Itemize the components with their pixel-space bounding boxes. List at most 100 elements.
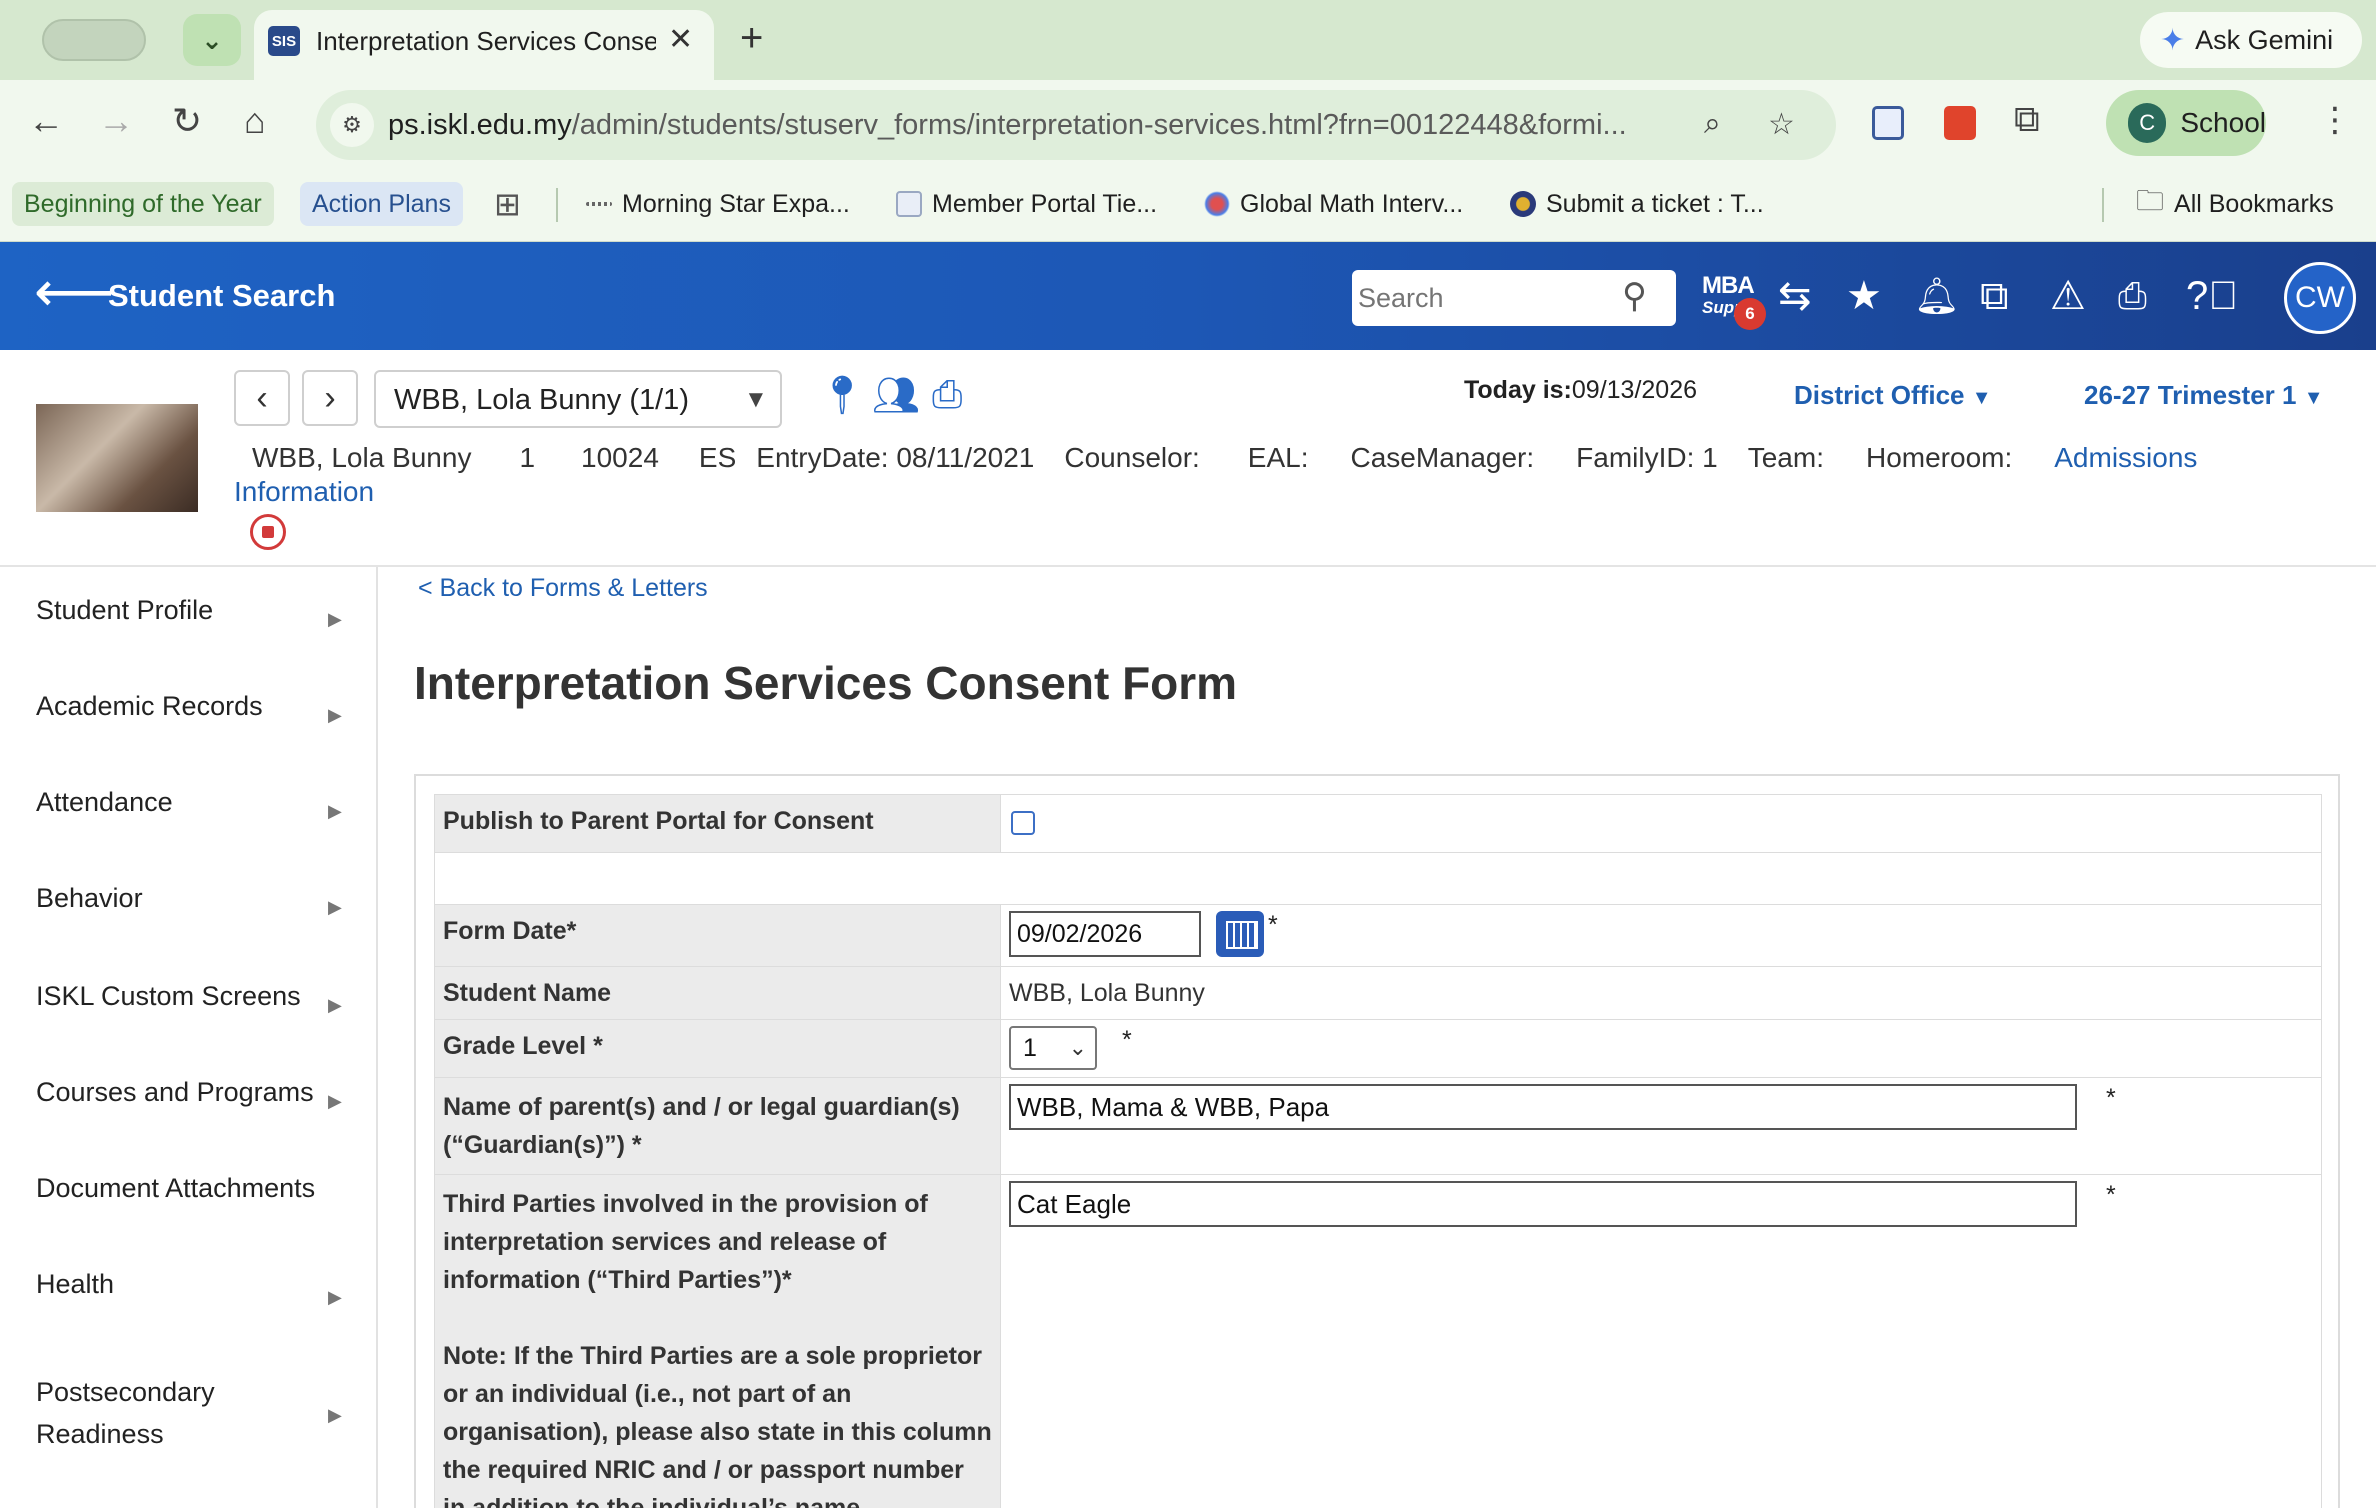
grade-level-cell: 1 ⌄ * xyxy=(1000,1019,2322,1078)
caret-right-icon: ▶ xyxy=(328,1091,342,1111)
address-bar[interactable]: ⚙ ps.iskl.edu.my/admin/students/stuserv_… xyxy=(316,90,1836,160)
bookmark-label: Morning Star Expa... xyxy=(622,189,850,218)
external-link-icon[interactable]: ⧉ xyxy=(1980,272,2009,320)
zoom-icon[interactable]: ⌕ xyxy=(1704,107,1721,141)
user-avatar[interactable]: CW xyxy=(2284,262,2356,334)
mba-support-button[interactable]: MBA Supp 6 xyxy=(1700,272,1766,330)
calendar-icon[interactable] xyxy=(1215,911,1264,957)
favorites-star-icon[interactable]: ★ xyxy=(1846,272,1882,320)
caret-down-icon: ▼ xyxy=(744,386,768,413)
bookmark-item[interactable]: Global Math Interv... xyxy=(1204,182,1463,226)
all-bookmarks-button[interactable]: 🗀 All Bookmarks xyxy=(2136,182,2334,226)
caret-down-icon: ▼ xyxy=(1971,387,1992,409)
extensions-puzzle-icon[interactable]: ⧉ xyxy=(2014,98,2040,141)
bookmark-item[interactable]: Action Plans xyxy=(300,182,463,226)
information-link[interactable]: Information xyxy=(234,476,374,508)
sidebar-item-courses-and-programs[interactable]: Courses and Programs xyxy=(36,1071,346,1113)
form-title: Interpretation Services Consent Form xyxy=(414,657,1238,709)
sidebar-item-health[interactable]: Health xyxy=(36,1263,346,1305)
student-search-box[interactable]: ⚲ xyxy=(1352,270,1676,326)
morning-star-icon xyxy=(586,202,612,206)
sidebar-item-academic-records[interactable]: Academic Records xyxy=(36,685,346,727)
forward-icon[interactable]: → xyxy=(98,100,134,142)
site-settings-icon[interactable]: ⚙ xyxy=(330,103,374,147)
caret-right-icon: ▶ xyxy=(328,1287,342,1307)
back-to-forms-link[interactable]: < Back to Forms & Letters xyxy=(418,574,708,603)
table-row xyxy=(434,852,2322,905)
search-input[interactable] xyxy=(1358,278,1608,318)
bookmark-item[interactable]: Morning Star Expa... xyxy=(586,182,850,226)
sidebar-item-behavior[interactable]: Behavior xyxy=(36,877,346,919)
bookmark-item[interactable]: Member Portal Tie... xyxy=(896,182,1157,226)
apps-grid-icon[interactable]: ⊞ xyxy=(494,182,521,226)
search-icon[interactable]: ⚲ xyxy=(1622,276,1647,316)
back-arrow-icon[interactable]: ⟵ xyxy=(34,264,114,320)
profile-chip[interactable]: C School xyxy=(2106,90,2266,156)
switch-arrows-icon[interactable]: ⇆ xyxy=(1778,272,1812,320)
form-date-field[interactable] xyxy=(1009,911,1201,957)
back-icon[interactable]: ← xyxy=(28,100,64,142)
sidebar-item-postsecondary-readiness[interactable]: Postsecondary Readiness xyxy=(36,1371,286,1455)
active-tab[interactable]: SIS Interpretation Services Conse ✕ xyxy=(254,10,714,80)
table-row: Form Date* * xyxy=(434,904,2322,967)
help-icon[interactable]: ?⃝ xyxy=(2186,272,2238,320)
reload-icon[interactable]: ↻ xyxy=(172,100,202,142)
team: Team: xyxy=(1747,442,1824,473)
required-marker: * xyxy=(1121,1026,1132,1054)
term-selector[interactable]: 26-27 Trimester 1 ▼ xyxy=(2084,380,2324,411)
third-parties-label: Third Parties involved in the provision … xyxy=(443,1190,928,1294)
grade-level-value: 1 xyxy=(1023,1034,1037,1062)
page-title[interactable]: Student Search xyxy=(108,278,335,314)
homeroom: Homeroom: xyxy=(1865,442,2013,473)
sidebar-item-student-profile[interactable]: Student Profile xyxy=(36,589,346,631)
third-parties-label-cell: Third Parties involved in the provision … xyxy=(434,1174,1001,1508)
notification-badge: 6 xyxy=(1734,298,1766,330)
bookmark-label: Member Portal Tie... xyxy=(932,189,1158,218)
browser-tab-strip: ⌄ SIS Interpretation Services Conse ✕ + … xyxy=(0,0,2376,80)
print-icon[interactable]: ⎙ xyxy=(932,374,962,417)
third-parties-field[interactable] xyxy=(1009,1181,2077,1227)
student-selector[interactable]: WBB, Lola Bunny (1/1) ▼ xyxy=(374,370,782,428)
location-pin-icon[interactable]: 📍︎ xyxy=(818,374,866,418)
consent-form-table: Publish to Parent Portal for Consent For… xyxy=(434,794,2322,1508)
today-label: Today is: xyxy=(1464,376,1572,404)
sidebar-item-attendance[interactable]: Attendance xyxy=(36,781,346,823)
next-student-button[interactable]: › xyxy=(302,370,358,426)
new-tab-button[interactable]: + xyxy=(740,18,763,58)
sidebar-item-iskl-custom-screens[interactable]: ISKL Custom Screens xyxy=(36,975,346,1017)
url-text[interactable]: ps.iskl.edu.my/admin/students/stuserv_fo… xyxy=(388,109,1718,142)
table-row: Publish to Parent Portal for Consent xyxy=(434,794,2322,853)
caret-right-icon: ▶ xyxy=(328,897,342,917)
ask-gemini-button[interactable]: ✦ Ask Gemini xyxy=(2140,12,2362,68)
sidebar-item-label: Attendance xyxy=(36,787,173,817)
admissions-link[interactable]: Admissions xyxy=(2054,442,2197,473)
team-icon[interactable]: 👥︎ xyxy=(872,374,920,418)
table-row: Grade Level * 1 ⌄ * xyxy=(434,1019,2322,1078)
extension-todoist-icon[interactable] xyxy=(1944,106,1976,140)
chevron-left-icon: ‹ xyxy=(256,378,268,417)
global-math-icon xyxy=(1204,191,1230,217)
extension-upload-icon[interactable] xyxy=(1872,106,1904,140)
bookmark-star-icon[interactable]: ☆ xyxy=(1768,107,1795,142)
previous-student-button[interactable]: ‹ xyxy=(234,370,290,426)
required-marker: * xyxy=(2105,1084,2116,1112)
sidebar-item-document-attachments[interactable]: Document Attachments xyxy=(36,1167,346,1209)
stop-alert-icon[interactable] xyxy=(250,514,286,550)
close-icon[interactable]: ✕ xyxy=(668,22,693,57)
browser-menu-icon[interactable]: ⋮ xyxy=(2318,100,2352,140)
guardian-field[interactable] xyxy=(1009,1084,2077,1130)
required-marker: * xyxy=(1267,911,1278,939)
district-selector[interactable]: District Office ▼ xyxy=(1794,380,1992,411)
ticket-icon xyxy=(1510,191,1536,217)
grade-level-select[interactable]: 1 ⌄ xyxy=(1009,1026,1097,1070)
sidebar-item-label: Courses and Programs xyxy=(36,1077,314,1107)
bookmark-item[interactable]: Submit a ticket : T... xyxy=(1510,182,1764,226)
bell-icon[interactable]: 🔔︎ xyxy=(1914,272,1960,320)
warning-icon[interactable]: ⚠ xyxy=(2050,272,2086,320)
bookmark-item[interactable]: Beginning of the Year xyxy=(12,182,274,226)
publish-checkbox[interactable] xyxy=(1011,811,1035,835)
tab-search-button[interactable] xyxy=(42,19,146,61)
printer-icon[interactable]: ⎙ xyxy=(2118,272,2147,320)
tab-list-dropdown[interactable]: ⌄ xyxy=(183,14,241,66)
home-icon[interactable]: ⌂ xyxy=(244,100,266,142)
